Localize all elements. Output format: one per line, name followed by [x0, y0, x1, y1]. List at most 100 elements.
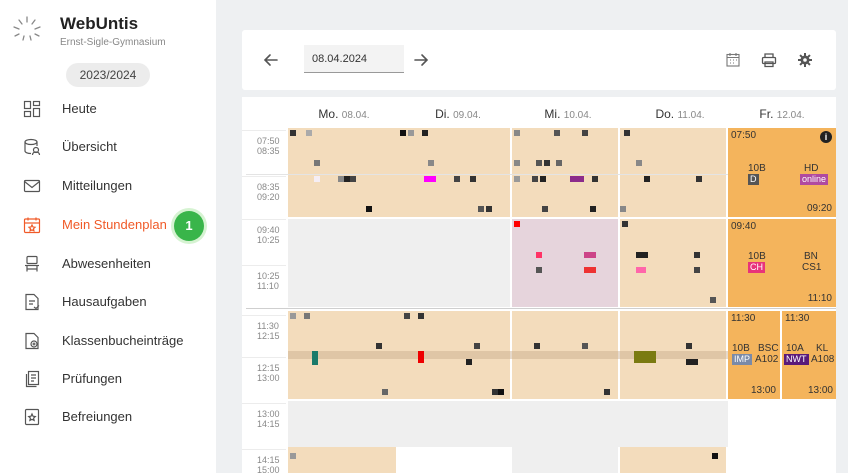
- redacted-mark: [366, 206, 372, 212]
- mail-icon: [23, 177, 41, 195]
- sidebar-item-label: Hausaufgaben: [62, 294, 147, 309]
- free-slot: [288, 401, 728, 447]
- redacted-mark: [544, 160, 550, 166]
- redacted-mark: [350, 176, 356, 182]
- lesson-block[interactable]: [512, 219, 618, 307]
- dashboard-icon: [23, 100, 41, 118]
- lesson-end-time: 13:00: [750, 385, 776, 396]
- redacted-mark: [644, 176, 650, 182]
- redacted-mark: [620, 206, 626, 212]
- divider: [288, 351, 728, 359]
- redacted-mark: [382, 389, 388, 395]
- sidebar-item-label: Mitteilungen: [62, 178, 133, 193]
- lesson-start-time: 07:50: [731, 130, 757, 141]
- lesson-class: 10B: [748, 163, 766, 174]
- sidebar-item-klassenbucheintraege[interactable]: Klassenbucheinträge: [0, 322, 216, 360]
- time-slot: 13:00 14:15: [242, 403, 286, 449]
- day-header-thu: Do. 11.04.: [655, 107, 705, 121]
- absence-icon: [23, 255, 41, 273]
- school-name: Ernst-Sigle-Gymnasium: [60, 37, 166, 48]
- lesson-block[interactable]: [288, 128, 510, 217]
- redacted-mark: [584, 252, 596, 258]
- sidebar-item-pruefungen[interactable]: Prüfungen: [0, 360, 216, 398]
- redacted-mark: [418, 351, 424, 363]
- redacted-mark: [422, 130, 428, 136]
- settings-gear-icon[interactable]: [796, 51, 814, 69]
- day-header-mon: Mo. 08.04.: [318, 107, 370, 121]
- redacted-mark: [636, 160, 642, 166]
- sidebar-item-label: Übersicht: [62, 139, 117, 154]
- redacted-mark: [466, 359, 472, 365]
- friday-lesson-1[interactable]: 07:50 i 10B HD D online 09:20: [728, 128, 836, 217]
- sidebar-item-abwesenheiten[interactable]: Abwesenheiten: [0, 245, 216, 283]
- redacted-mark: [582, 130, 588, 136]
- redacted-mark: [686, 343, 692, 349]
- sidebar-item-befreiungen[interactable]: Befreiungen: [0, 398, 216, 436]
- lesson-subject: NWT: [784, 354, 809, 365]
- friday-lesson-2[interactable]: 09:40 10B BN CH CS1 11:10: [728, 219, 836, 307]
- redacted-mark: [314, 176, 320, 182]
- lesson-block[interactable]: [288, 447, 396, 473]
- redacted-mark: [534, 343, 540, 349]
- redacted-mark: [428, 160, 434, 166]
- redacted-mark: [404, 313, 410, 319]
- redacted-mark: [686, 359, 698, 365]
- time-slot: 11:30 12:15: [242, 315, 286, 361]
- lesson-class: 10A: [786, 343, 804, 354]
- lesson-class: 10B: [732, 343, 750, 354]
- free-slot: [288, 219, 510, 307]
- lesson-block[interactable]: [620, 447, 726, 473]
- lesson-start-time: 09:40: [731, 221, 757, 232]
- sidebar-item-label: Abwesenheiten: [62, 256, 151, 271]
- redacted-mark: [290, 453, 296, 459]
- redacted-mark: [636, 252, 648, 258]
- redacted-mark: [582, 343, 588, 349]
- lesson-block[interactable]: [620, 219, 726, 307]
- redacted-mark: [556, 160, 562, 166]
- redacted-mark: [712, 453, 718, 459]
- redacted-mark: [424, 176, 436, 182]
- lesson-end-time: 11:10: [807, 293, 832, 304]
- redacted-mark: [592, 176, 598, 182]
- sidebar-item-heute[interactable]: Heute: [0, 90, 216, 128]
- free-slot: [512, 447, 618, 473]
- timetable-grid: Mo. 08.04. Di. 09.04. Mi. 10.04. Do. 11.…: [242, 97, 836, 473]
- redacted-mark: [290, 130, 296, 136]
- calendar-picker-icon[interactable]: [724, 51, 742, 69]
- redacted-mark: [532, 176, 538, 182]
- exemption-icon: [23, 408, 41, 426]
- lesson-subject: D: [748, 174, 759, 185]
- redacted-mark: [514, 176, 520, 182]
- sidebar-item-uebersicht[interactable]: Übersicht: [0, 128, 216, 166]
- redacted-mark: [604, 389, 610, 395]
- redacted-mark: [376, 343, 382, 349]
- redacted-mark: [470, 176, 476, 182]
- previous-week-arrow-icon[interactable]: [262, 51, 280, 69]
- redacted-mark: [486, 206, 492, 212]
- redacted-mark: [474, 343, 480, 349]
- friday-lesson-3b[interactable]: 11:30 10A KL NWT A108 13:00: [782, 311, 836, 399]
- lesson-block[interactable]: [512, 128, 618, 217]
- redacted-mark: [312, 351, 318, 365]
- date-input[interactable]: [304, 45, 404, 73]
- redacted-mark: [694, 267, 700, 273]
- free-slot: [728, 401, 836, 473]
- lesson-teacher: BN: [804, 251, 818, 262]
- lesson-end-time: 09:20: [806, 203, 832, 214]
- sidebar-item-hausaufgaben[interactable]: Hausaufgaben: [0, 283, 216, 321]
- lesson-block[interactable]: [620, 128, 726, 217]
- friday-lesson-3a[interactable]: 11:30 10B BSC IMP A102 13:00: [728, 311, 780, 399]
- sidebar-item-mitteilungen[interactable]: Mitteilungen: [0, 167, 216, 205]
- lesson-subject: IMP: [732, 354, 753, 365]
- redacted-mark: [400, 130, 406, 136]
- redacted-mark: [570, 176, 584, 182]
- print-icon[interactable]: [760, 51, 778, 69]
- redacted-mark: [540, 176, 546, 182]
- info-icon[interactable]: i: [820, 131, 832, 143]
- next-week-arrow-icon[interactable]: [412, 51, 430, 69]
- redacted-mark: [636, 267, 646, 273]
- sidebar-item-label: Mein Stundenplan: [62, 217, 167, 232]
- sidebar-item-label: Heute: [62, 101, 97, 116]
- lesson-teacher: KL: [816, 343, 829, 354]
- school-year-selector[interactable]: 2023/2024: [66, 63, 150, 87]
